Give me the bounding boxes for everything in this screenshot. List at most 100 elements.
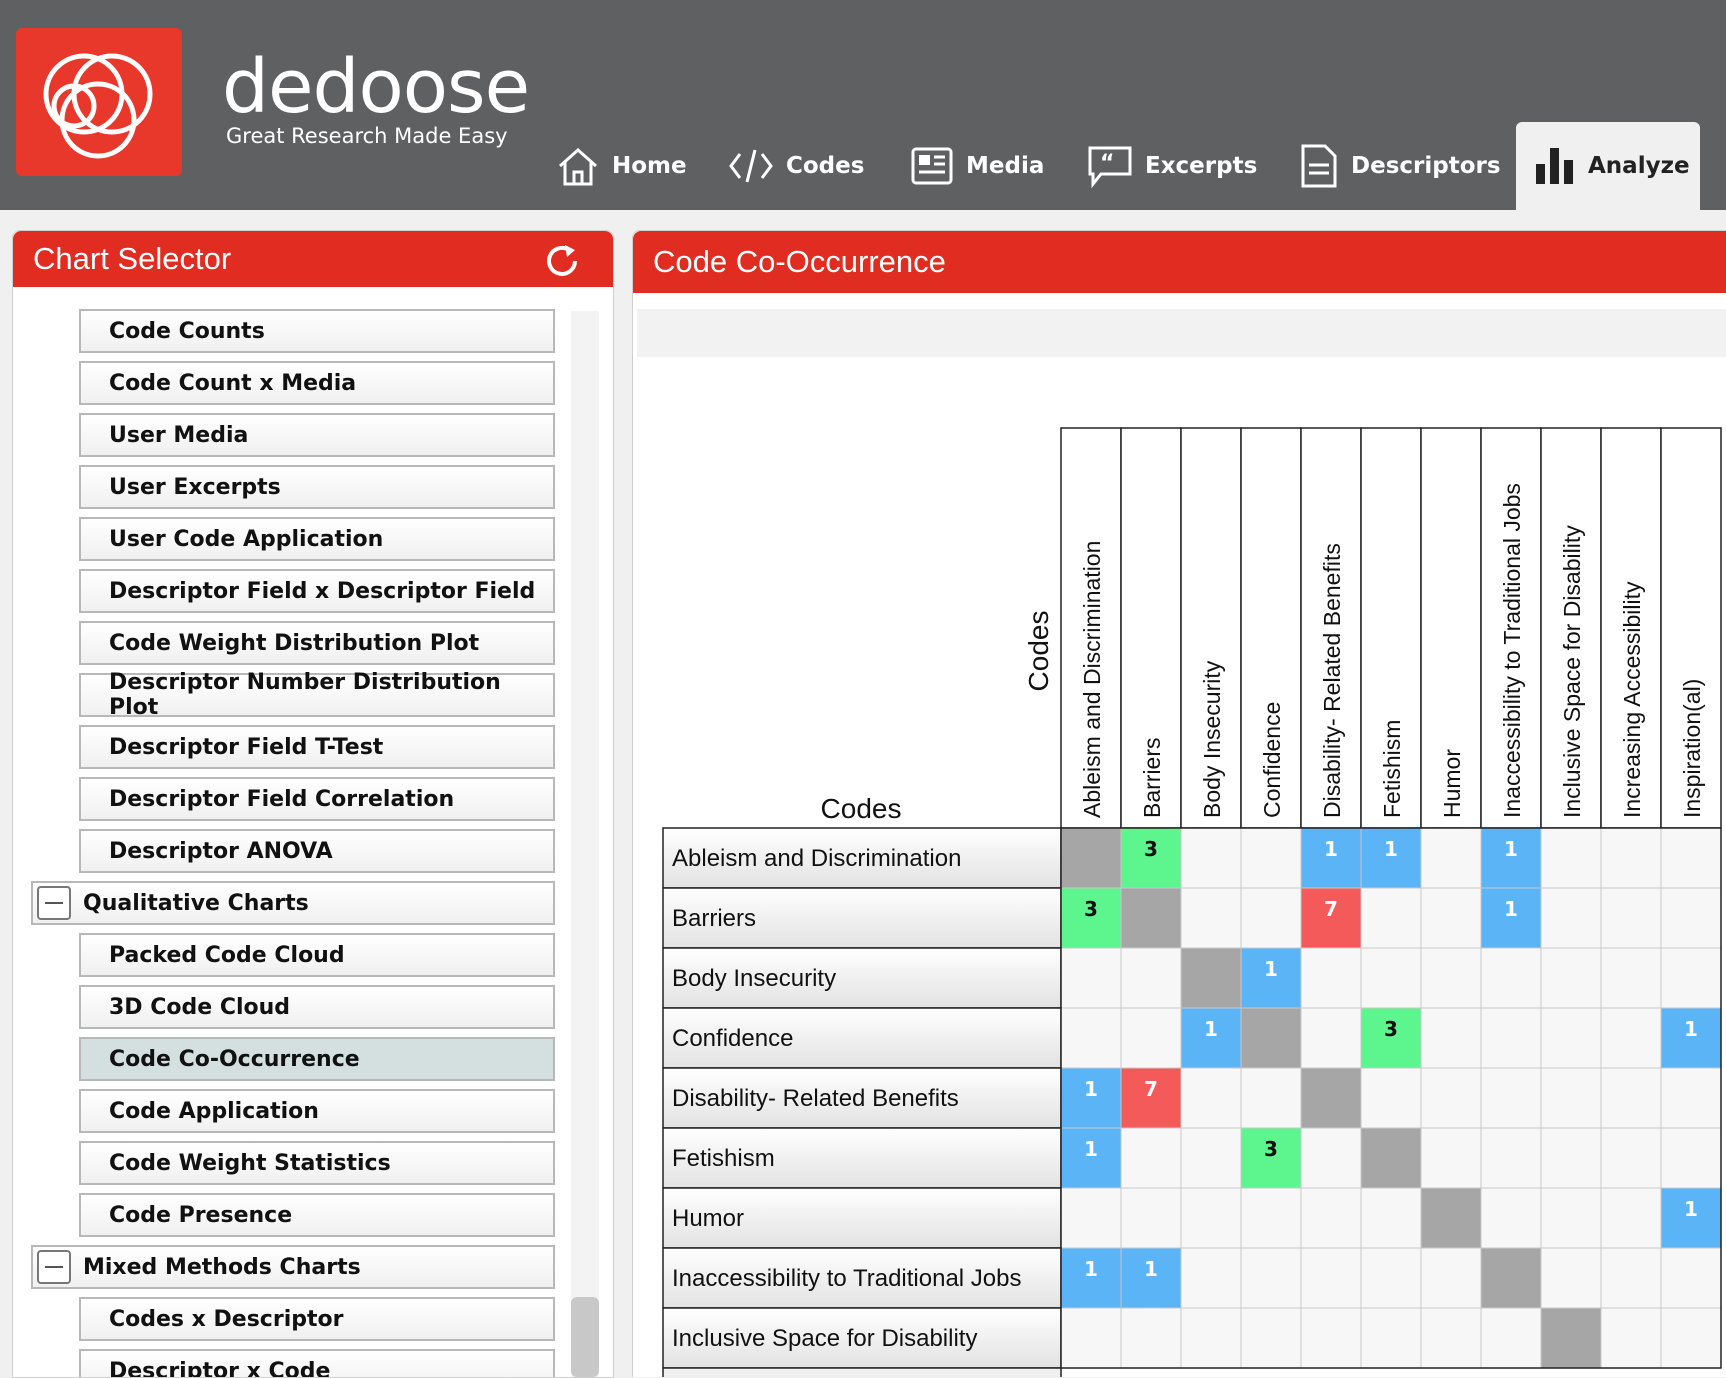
refresh-icon[interactable] [543, 243, 583, 279]
chart-option-code-weight-statistics[interactable]: Code Weight Statistics [79, 1141, 555, 1185]
collapse-icon[interactable] [37, 886, 71, 920]
matrix-cell-value: 1 [1264, 957, 1278, 981]
chart-option-user-excerpts[interactable]: User Excerpts [79, 465, 555, 509]
nav-analyze-label: Analyze [1588, 153, 1690, 179]
matrix-cell [1241, 1008, 1301, 1068]
column-header-label: Inspiration(al) [1679, 679, 1705, 818]
matrix-cell [1301, 1248, 1361, 1308]
chart-option-packed-code-cloud[interactable]: Packed Code Cloud [79, 933, 555, 977]
nav-analyze[interactable]: Analyze [1516, 122, 1700, 210]
row-header-label: Inclusive Space for Disability [672, 1325, 977, 1352]
chart-option-user-media[interactable]: User Media [79, 413, 555, 457]
chart-option-label: Qualitative Charts [83, 891, 309, 916]
matrix-cell-value: 1 [1204, 1017, 1218, 1041]
chart-list: Code Counts Code Count x Media User Media U… [13, 307, 613, 1378]
matrix-cell [1601, 1308, 1661, 1368]
matrix-cell [1601, 948, 1661, 1008]
chart-option-descriptor-field-t-test[interactable]: Descriptor Field T-Test [79, 725, 555, 769]
row-header-label: Humor [672, 1205, 744, 1232]
chart-option-descriptor-number-distribution-plot[interactable]: Descriptor Number Distribution Plot [79, 673, 555, 717]
matrix-cell [1061, 1188, 1121, 1248]
nav-descriptors[interactable]: Descriptors [1299, 122, 1501, 210]
matrix-cell-value: 1 [1504, 897, 1518, 921]
matrix-cell [1181, 1308, 1241, 1368]
matrix-cell [1421, 828, 1481, 888]
matrix-cell-value: 1 [1504, 837, 1518, 861]
chart-option-label: Code Weight Statistics [109, 1151, 391, 1176]
chart-option-code-application[interactable]: Code Application [79, 1089, 555, 1133]
column-header-label: Increasing Accessibility [1619, 581, 1645, 818]
chart-option-code-presence[interactable]: Code Presence [79, 1193, 555, 1237]
chart-option-code-weight-distribution-plot[interactable]: Code Weight Distribution Plot [79, 621, 555, 665]
chart-option-label: Codes x Descriptor [109, 1307, 343, 1332]
nav-excerpts[interactable]: “ Excerpts [1087, 122, 1257, 210]
chart-selector-panel: Chart Selector Code Counts Code Count x M… [12, 230, 614, 1378]
chart-group-mixed-methods-charts[interactable]: Mixed Methods Charts [31, 1245, 555, 1289]
matrix-cell-value: 1 [1084, 1077, 1098, 1101]
matrix-cell [1301, 1188, 1361, 1248]
chart-option-descriptor-anova[interactable]: Descriptor ANOVA [79, 829, 555, 873]
matrix-cell [1661, 1128, 1721, 1188]
row-header-label: Confidence [672, 1025, 793, 1052]
chart-option-label: Descriptor Field Correlation [109, 787, 454, 812]
nav-home-label: Home [612, 153, 687, 179]
matrix-cell [1241, 828, 1301, 888]
row-axis-title: Codes [821, 793, 902, 824]
matrix-cell-value: 1 [1144, 1257, 1158, 1281]
nav-codes[interactable]: Codes [728, 122, 864, 210]
row-header-label: Disability- Related Benefits [672, 1085, 959, 1112]
matrix-cell [1241, 1308, 1301, 1368]
nav-home[interactable]: Home [556, 122, 687, 210]
matrix-cell [1541, 1008, 1601, 1068]
chart-option-descriptor-x-code[interactable]: Descriptor x Code [79, 1349, 555, 1378]
nav-descriptors-label: Descriptors [1351, 153, 1501, 179]
matrix-cell [1361, 1308, 1421, 1368]
chart-option-label: User Media [109, 423, 248, 448]
chart-option-code-co-occurrence[interactable]: Code Co-Occurrence [79, 1037, 555, 1081]
matrix-cell [1661, 1308, 1721, 1368]
nav-media[interactable]: Media [910, 122, 1044, 210]
matrix-cell [1541, 1068, 1601, 1128]
chart-option-label: Descriptor ANOVA [109, 839, 333, 864]
matrix-cell [1601, 1128, 1661, 1188]
chart-list-scrollbar[interactable] [571, 311, 599, 1377]
chart-option-code-counts[interactable]: Code Counts [79, 309, 555, 353]
matrix-cell [1481, 948, 1541, 1008]
matrix-cell [1121, 1308, 1181, 1368]
matrix-cell-value: 1 [1684, 1197, 1698, 1221]
chart-option-label: Code Application [109, 1099, 319, 1124]
chart-option-label: Code Count x Media [109, 371, 356, 396]
column-axis-title: Codes [1023, 611, 1054, 692]
matrix-cell-value: 3 [1384, 1017, 1398, 1041]
chart-option-label: 3D Code Cloud [109, 995, 290, 1020]
chart-list-scroll-thumb[interactable] [571, 1297, 599, 1377]
chart-option-descriptor-field-x-descriptor-field[interactable]: Descriptor Field x Descriptor Field [79, 569, 555, 613]
matrix-cell [1361, 1068, 1421, 1128]
collapse-icon[interactable] [37, 1250, 71, 1284]
matrix-cell [1181, 888, 1241, 948]
chart-option-codes-x-descriptor[interactable]: Codes x Descriptor [79, 1297, 555, 1341]
chart-option-user-code-application[interactable]: User Code Application [79, 517, 555, 561]
home-icon [556, 144, 600, 188]
chart-selector-header: Chart Selector [13, 231, 613, 287]
chart-panel: Code Co-Occurrence CodesCodesAbleism and… [632, 230, 1726, 1377]
column-header-label: Humor [1439, 749, 1465, 818]
matrix-cell [1181, 1188, 1241, 1248]
matrix-cell [1421, 1068, 1481, 1128]
chart-option-3d-code-cloud[interactable]: 3D Code Cloud [79, 985, 555, 1029]
matrix-cell [1241, 1068, 1301, 1128]
chart-option-descriptor-field-correlation[interactable]: Descriptor Field Correlation [79, 777, 555, 821]
chart-option-code-count-x-media[interactable]: Code Count x Media [79, 361, 555, 405]
row-header-label: Barriers [672, 905, 756, 932]
matrix-cell-value: 1 [1384, 837, 1398, 861]
matrix-cell [1541, 948, 1601, 1008]
column-header-label: Disability- Related Benefits [1319, 543, 1345, 818]
matrix-cell [1421, 1308, 1481, 1368]
matrix-cell-value: 7 [1324, 897, 1338, 921]
dedoose-logo[interactable] [16, 28, 182, 176]
matrix-cell [1421, 1128, 1481, 1188]
row-header-label: Body Insecurity [672, 965, 836, 992]
matrix-cell [1601, 1188, 1661, 1248]
chart-group-qualitative-charts[interactable]: Qualitative Charts [31, 881, 555, 925]
column-header-label: Fetishism [1379, 720, 1405, 818]
